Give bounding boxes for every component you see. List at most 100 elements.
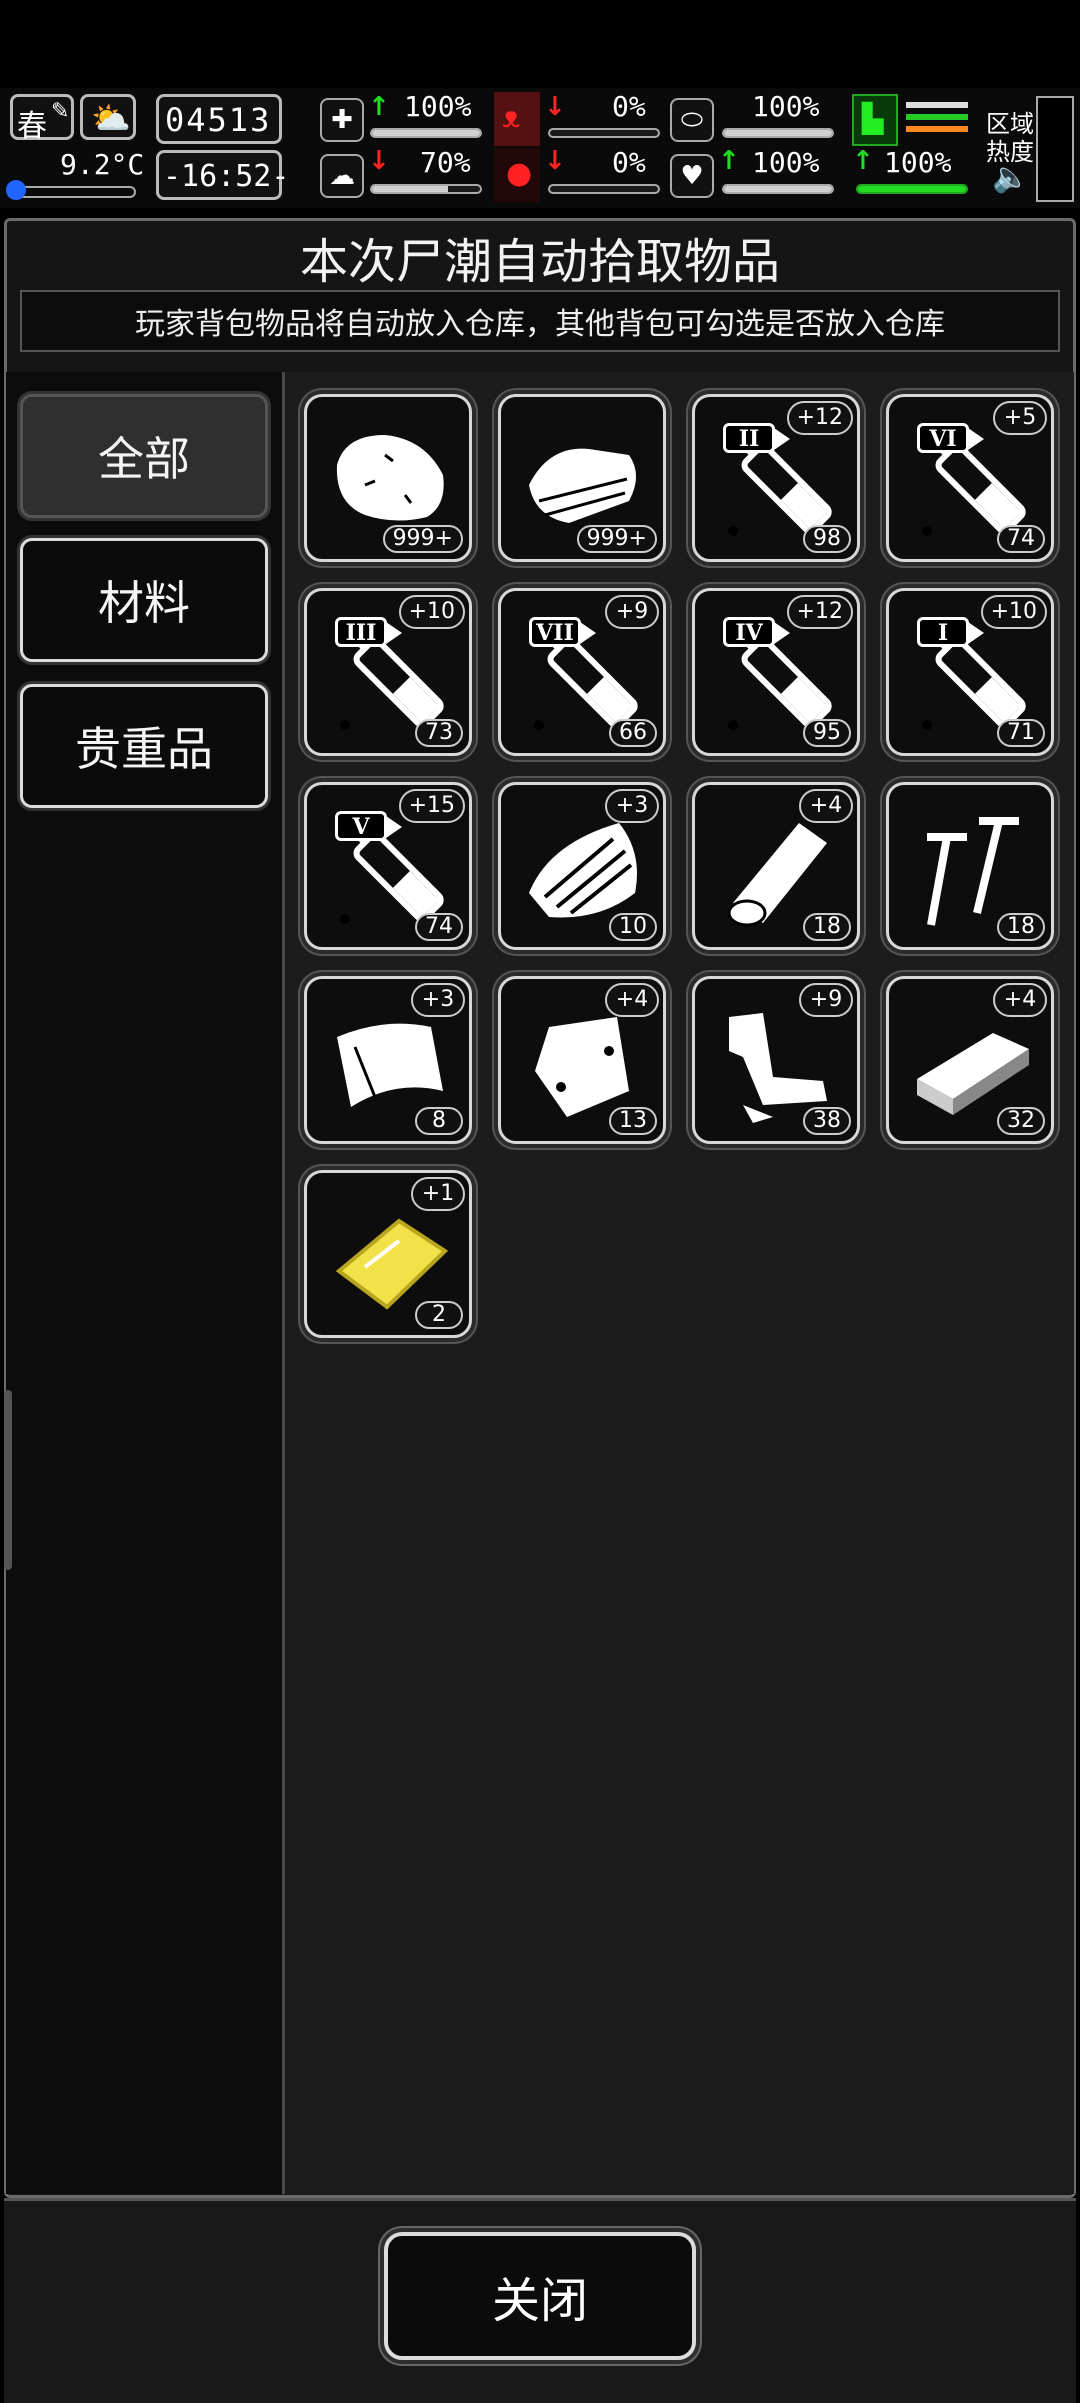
bonus-badge: +4	[993, 983, 1047, 1017]
boot-icon: ▙	[862, 102, 884, 135]
stomach-icon: ᴥ	[502, 100, 521, 135]
medkit-icon[interactable]: ✚	[320, 98, 364, 142]
day-counter-box: 04513	[156, 94, 282, 144]
item-slot[interactable]: +9 38	[692, 976, 860, 1144]
stamina-trend-up-icon: ↑	[852, 146, 874, 176]
category-tab-label: 全部	[98, 432, 190, 486]
speaker-icon[interactable]: 🔈	[992, 160, 1029, 195]
heart-icon[interactable]: ♥	[670, 154, 714, 198]
mind-bar-fill	[372, 186, 448, 192]
health-bar-fill	[372, 130, 480, 136]
item-slot[interactable]: IV +12 95	[692, 588, 860, 756]
item-count: 95	[803, 719, 851, 747]
bonus-badge: +9	[605, 595, 659, 629]
item-slot[interactable]: +1 2	[304, 1170, 472, 1338]
blood-drop-icon: ●	[506, 156, 533, 191]
item-slot[interactable]: VII +9 66	[498, 588, 666, 756]
category-tab-valuables[interactable]: 贵重品	[20, 684, 268, 808]
weather-box[interactable]: ⛅	[80, 94, 136, 140]
item-grid: 999+ 999+ II +12 98 VI +5 74 III +10 73 VII +9 66 IV +1…	[286, 372, 1074, 2194]
bonus-badge: +5	[993, 401, 1047, 435]
mind-bar	[370, 184, 482, 194]
item-count: 32	[997, 1107, 1045, 1135]
bonus-badge: +15	[398, 789, 465, 823]
bonus-badge: +12	[786, 401, 853, 435]
item-slot[interactable]: +3 10	[498, 782, 666, 950]
hunger-trend-down-icon: ↓	[544, 92, 566, 122]
item-slot[interactable]: V +15 74	[304, 782, 472, 950]
tier-badge: VII	[529, 617, 596, 647]
category-sidebar: 全部 材料 贵重品	[6, 372, 285, 2194]
close-button[interactable]: 关闭	[384, 2232, 696, 2360]
close-button-label: 关闭	[491, 2273, 588, 2329]
season-box[interactable]: 春 ✎	[10, 94, 74, 144]
pills-bar-fill	[724, 130, 832, 136]
item-slot[interactable]: +3 8	[304, 976, 472, 1144]
tier-badge: V	[335, 811, 402, 841]
brain-icon[interactable]: ☁	[320, 154, 364, 198]
blood-cell[interactable]: ●	[494, 148, 540, 202]
blood-trend-down-icon: ↓	[544, 146, 566, 176]
item-slot[interactable]: 18	[886, 782, 1054, 950]
health-value: 100%	[404, 90, 472, 123]
item-slot[interactable]: +4 13	[498, 976, 666, 1144]
capsule-icon[interactable]: ⬭	[670, 98, 714, 142]
bonus-badge: +1	[411, 1177, 465, 1211]
item-count: 999+	[382, 525, 463, 553]
bonus-badge: +4	[799, 789, 853, 823]
item-count: 71	[997, 719, 1045, 747]
stamina-stripes	[906, 102, 968, 140]
dialog-title: 本次尸潮自动拾取物品	[299, 234, 780, 290]
bonus-badge: +10	[398, 595, 465, 629]
temperature-knob	[6, 180, 26, 200]
stamina-value: 100%	[884, 146, 952, 179]
heart-trend-up-icon: ↑	[718, 146, 740, 176]
item-count: 10	[609, 913, 657, 941]
item-count: 999+	[576, 525, 657, 553]
health-trend-up-icon: ↑	[368, 92, 390, 122]
tier-badge: I	[917, 617, 984, 647]
hunger-bar	[548, 128, 660, 138]
item-slot[interactable]: I +10 71	[886, 588, 1054, 756]
pills-value: 100%	[752, 90, 820, 123]
status-hud: 春 ✎ ⛅ 9.2°C 04513 -16:52- ✚ ↑ 100% ᴥ ↓ 0…	[0, 88, 1080, 208]
temperature: 9.2°C	[60, 148, 145, 181]
bonus-badge: +9	[799, 983, 853, 1017]
item-slot[interactable]: 999+	[498, 394, 666, 562]
tier-badge: III	[335, 617, 402, 647]
item-count: 13	[609, 1107, 657, 1135]
dialog-subtitle: 玩家背包物品将自动放入仓库，其他背包可勾选是否放入仓库	[20, 290, 1060, 352]
item-count: 38	[803, 1107, 851, 1135]
scrollbar[interactable]	[4, 1390, 12, 1570]
item-slot[interactable]: II +12 98	[692, 394, 860, 562]
heart-bar	[722, 184, 834, 194]
item-slot[interactable]: III +10 73	[304, 588, 472, 756]
bonus-badge: +10	[980, 595, 1047, 629]
category-tab-label: 贵重品	[75, 722, 213, 776]
item-count: 8	[415, 1107, 463, 1135]
bonus-badge: +12	[786, 595, 853, 629]
hunger-cell[interactable]: ᴥ	[494, 92, 540, 146]
category-tab-all[interactable]: 全部	[20, 394, 268, 518]
bonus-badge: +3	[411, 983, 465, 1017]
tier-badge: VI	[917, 423, 984, 453]
heart-value: 100%	[752, 146, 820, 179]
season-label: 春	[17, 109, 47, 144]
item-count: 74	[415, 913, 463, 941]
bonus-badge: +4	[605, 983, 659, 1017]
category-tab-materials[interactable]: 材料	[20, 538, 268, 662]
item-slot[interactable]: VI +5 74	[886, 394, 1054, 562]
tier-badge: II	[723, 423, 790, 453]
clock-box: -16:52-	[156, 150, 289, 200]
category-tab-label: 材料	[98, 576, 190, 630]
item-slot[interactable]: +4 18	[692, 782, 860, 950]
hunger-value: 0%	[612, 90, 646, 123]
item-slot[interactable]: +4 32	[886, 976, 1054, 1144]
item-count: 18	[803, 913, 851, 941]
mind-value: 70%	[420, 146, 471, 179]
stamina-cell[interactable]: ▙	[852, 94, 898, 146]
pills-bar	[722, 128, 834, 138]
item-slot[interactable]: 999+	[304, 394, 472, 562]
item-count: 2	[415, 1301, 463, 1329]
item-count: 73	[415, 719, 463, 747]
